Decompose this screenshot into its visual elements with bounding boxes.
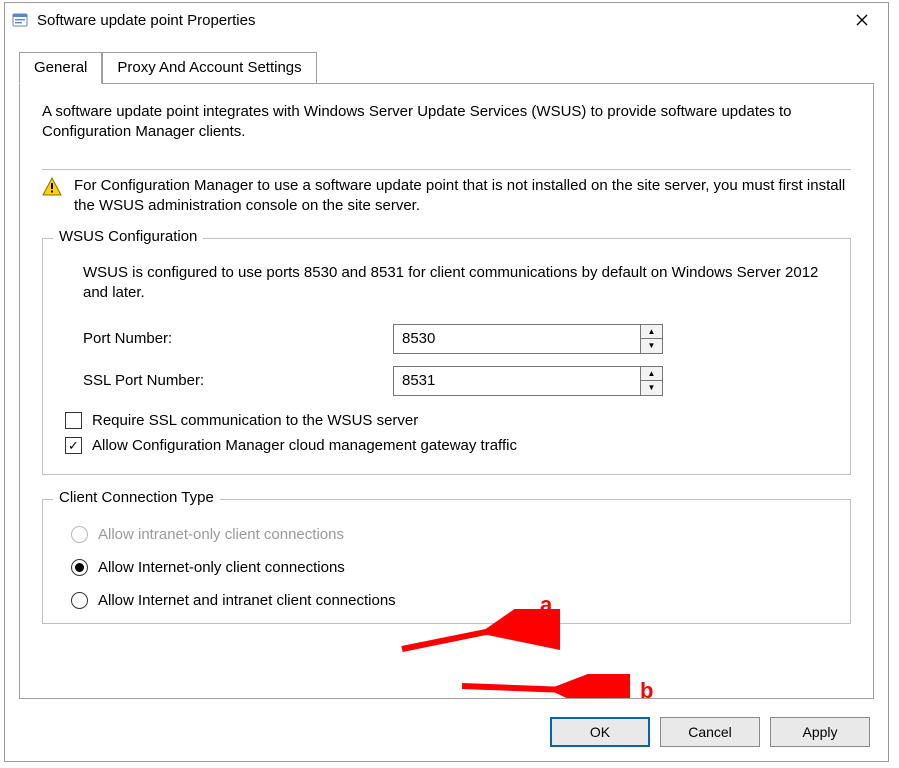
client-area: General Proxy And Account Settings A sof… bbox=[5, 37, 888, 761]
annotation-arrow-b bbox=[450, 674, 630, 699]
radio-both-label: Allow Internet and intranet client conne… bbox=[98, 592, 396, 609]
warning-row: For Configuration Manager to use a softw… bbox=[42, 176, 851, 217]
intro-text: A software update point integrates with … bbox=[42, 102, 851, 143]
tab-strip: General Proxy And Account Settings bbox=[19, 51, 317, 83]
radio-internet-label: Allow Internet-only client connections bbox=[98, 559, 345, 576]
tab-panel-general: A software update point integrates with … bbox=[19, 83, 874, 699]
radio-internet-and-intranet[interactable]: Allow Internet and intranet client conne… bbox=[65, 584, 828, 617]
radio-icon bbox=[71, 526, 88, 543]
ssl-port-spinner: ▲ ▼ bbox=[640, 367, 662, 395]
ssl-port-spin-up[interactable]: ▲ bbox=[641, 367, 662, 381]
ssl-port-label: SSL Port Number: bbox=[83, 372, 393, 389]
group-wsus-legend: WSUS Configuration bbox=[53, 228, 203, 245]
titlebar: Software update point Properties bbox=[5, 3, 888, 37]
group-client-connection-legend: Client Connection Type bbox=[53, 489, 220, 506]
window-title: Software update point Properties bbox=[37, 12, 842, 29]
dialog-button-row: OK Cancel Apply bbox=[550, 717, 870, 747]
dialog-window: Software update point Properties General… bbox=[4, 2, 889, 762]
allow-cmg-checkbox[interactable]: Allow Configuration Manager cloud manage… bbox=[65, 433, 828, 458]
wsus-desc: WSUS is configured to use ports 8530 and… bbox=[65, 257, 828, 318]
cancel-button[interactable]: Cancel bbox=[660, 717, 760, 747]
divider bbox=[42, 169, 851, 170]
checkbox-icon bbox=[65, 437, 82, 454]
warning-text: For Configuration Manager to use a softw… bbox=[74, 176, 851, 217]
radio-icon bbox=[71, 592, 88, 609]
warning-icon bbox=[42, 177, 62, 203]
tab-general[interactable]: General bbox=[19, 52, 102, 84]
annotation-label-b: b bbox=[640, 678, 653, 699]
require-ssl-checkbox[interactable]: Require SSL communication to the WSUS se… bbox=[65, 408, 828, 433]
ssl-port-field-wrap: ▲ ▼ bbox=[393, 366, 663, 396]
row-port: Port Number: ▲ ▼ bbox=[65, 318, 828, 360]
close-button[interactable] bbox=[842, 6, 882, 34]
port-input[interactable] bbox=[394, 325, 640, 353]
group-wsus-config: WSUS Configuration WSUS is configured to… bbox=[42, 238, 851, 475]
port-spinner: ▲ ▼ bbox=[640, 325, 662, 353]
port-field-wrap: ▲ ▼ bbox=[393, 324, 663, 354]
close-icon bbox=[856, 14, 868, 26]
group-client-connection: Client Connection Type Allow intranet-on… bbox=[42, 499, 851, 624]
port-label: Port Number: bbox=[83, 330, 393, 347]
checkbox-icon bbox=[65, 412, 82, 429]
row-ssl-port: SSL Port Number: ▲ ▼ bbox=[65, 360, 828, 402]
app-icon bbox=[11, 11, 29, 29]
radio-intranet-label: Allow intranet-only client connections bbox=[98, 526, 344, 543]
ssl-port-input[interactable] bbox=[394, 367, 640, 395]
port-spin-down[interactable]: ▼ bbox=[641, 338, 662, 353]
radio-intranet-only: Allow intranet-only client connections bbox=[65, 518, 828, 551]
apply-button[interactable]: Apply bbox=[770, 717, 870, 747]
ssl-port-spin-down[interactable]: ▼ bbox=[641, 380, 662, 395]
port-spin-up[interactable]: ▲ bbox=[641, 325, 662, 339]
tab-proxy[interactable]: Proxy And Account Settings bbox=[102, 52, 316, 84]
radio-icon bbox=[71, 559, 88, 576]
require-ssl-label: Require SSL communication to the WSUS se… bbox=[92, 412, 418, 429]
ok-button[interactable]: OK bbox=[550, 717, 650, 747]
allow-cmg-label: Allow Configuration Manager cloud manage… bbox=[92, 437, 517, 454]
radio-internet-only[interactable]: Allow Internet-only client connections bbox=[65, 551, 828, 584]
